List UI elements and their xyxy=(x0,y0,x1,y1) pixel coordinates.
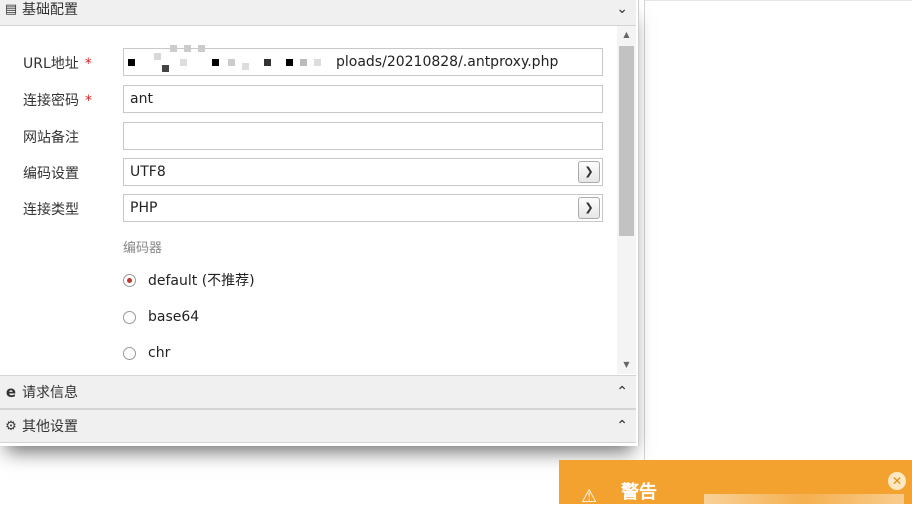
basic-config-form: URL地址 * ploads/20210828/.antproxy.php 连接… xyxy=(0,26,616,374)
password-label: 连接密码 * xyxy=(23,93,92,109)
note-row: 网站备注 xyxy=(0,122,616,150)
encoder-option-base64[interactable]: base64 xyxy=(123,307,199,327)
close-icon[interactable]: ✕ xyxy=(888,472,906,490)
scroll-up-icon[interactable]: ▲ xyxy=(617,26,636,44)
redacted-url-prefix xyxy=(124,45,344,75)
url-row: URL地址 * ploads/20210828/.antproxy.php xyxy=(0,45,616,76)
chevron-down-icon[interactable]: ❯ xyxy=(578,161,600,183)
password-row: 连接密码 * ant xyxy=(0,85,616,113)
toast-message-blurred xyxy=(704,494,904,504)
radio-button[interactable] xyxy=(123,273,136,287)
warning-toast: ⚠ 警告 ✕ xyxy=(559,460,912,507)
scroll-down-icon[interactable]: ▼ xyxy=(617,356,636,374)
url-label: URL地址 * xyxy=(23,56,92,72)
encoder-option-label: base64 xyxy=(148,309,200,325)
encoding-value: UTF8 xyxy=(130,164,166,180)
radio-button[interactable] xyxy=(123,310,136,324)
section-header-request[interactable]: e 请求信息 ⌃ xyxy=(0,375,636,409)
browser-icon: e xyxy=(5,383,17,401)
encoder-option-default[interactable]: default (不推荐) xyxy=(123,270,255,290)
chevron-down-icon[interactable]: ⌄ xyxy=(616,1,628,17)
shell-config-dialog: ▤ 基础配置 ⌄ URL地址 * ploads/20210828/.antpro… xyxy=(0,0,639,446)
encoding-select[interactable]: UTF8 ❯ xyxy=(123,158,603,186)
note-label: 网站备注 xyxy=(23,130,79,146)
right-panel-divider xyxy=(645,0,912,1)
encoding-row: 编码设置 UTF8 ❯ xyxy=(0,158,616,186)
scrollbar-thumb[interactable] xyxy=(619,46,634,236)
note-input[interactable] xyxy=(123,122,603,150)
radio-button[interactable] xyxy=(123,346,136,360)
type-row: 连接类型 PHP ❯ xyxy=(0,194,616,222)
section-header-basic[interactable]: ▤ 基础配置 ⌄ xyxy=(0,0,636,26)
section-title-request: 请求信息 xyxy=(22,385,78,401)
url-input[interactable]: ploads/20210828/.antproxy.php xyxy=(123,45,603,76)
document-icon: ▤ xyxy=(4,1,18,17)
chevron-up-icon[interactable]: ⌃ xyxy=(616,384,628,400)
type-label: 连接类型 xyxy=(23,202,79,218)
chevron-up-icon[interactable]: ⌃ xyxy=(616,418,628,434)
section-header-other[interactable]: ⚙ 其他设置 ⌃ xyxy=(0,409,636,443)
section-title-basic: 基础配置 xyxy=(22,2,78,18)
url-value: ploads/20210828/.antproxy.php xyxy=(336,54,559,70)
encoder-label: 编码器 xyxy=(123,241,163,256)
form-scrollbar[interactable]: ▲ ▼ xyxy=(617,26,636,374)
right-panel xyxy=(644,0,912,460)
type-select[interactable]: PHP ❯ xyxy=(123,194,603,222)
encoding-label: 编码设置 xyxy=(23,166,79,182)
password-input[interactable]: ant xyxy=(123,85,603,113)
toast-title: 警告 xyxy=(621,482,657,503)
encoder-option-label: chr xyxy=(148,345,171,361)
encoder-option-chr[interactable]: chr xyxy=(123,343,170,363)
gears-icon: ⚙ xyxy=(5,418,17,434)
chevron-down-icon[interactable]: ❯ xyxy=(578,197,600,219)
section-title-other: 其他设置 xyxy=(22,419,78,435)
encoder-option-label: default (不推荐) xyxy=(148,273,255,289)
type-value: PHP xyxy=(130,200,158,216)
